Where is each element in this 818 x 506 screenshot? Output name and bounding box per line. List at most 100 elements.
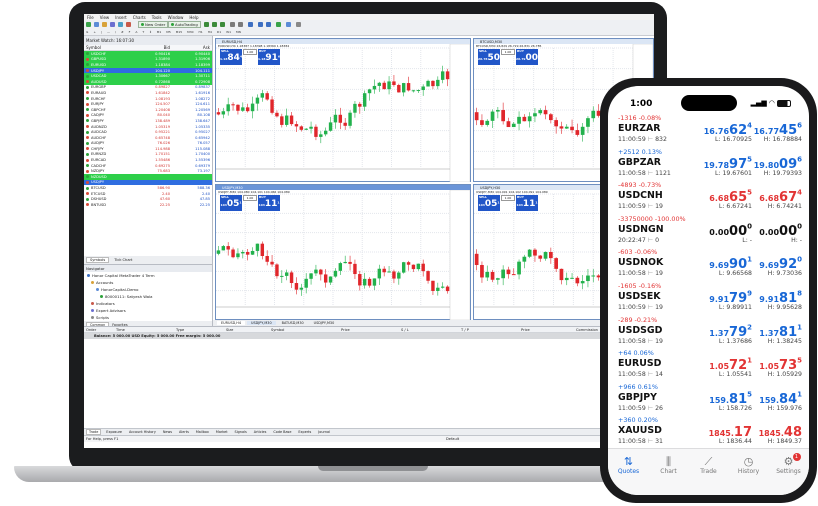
col-symbol[interactable]: Symbol	[84, 45, 132, 50]
label-icon[interactable]: T	[142, 30, 144, 35]
buy-button[interactable]: BUY 1.18916	[258, 49, 280, 65]
bar-chart-icon[interactable]	[204, 22, 209, 27]
sell-button[interactable]: SELL 1.18844	[220, 49, 242, 65]
market-watch-row[interactable]: EURNZD 1.70151 1.70400	[84, 152, 212, 158]
vertical-line-icon[interactable]: |	[101, 30, 102, 35]
terminal-icon[interactable]	[126, 22, 131, 27]
terminal-tab-signals[interactable]: Signals	[233, 430, 249, 434]
horizontal-line-icon[interactable]: —	[107, 30, 110, 35]
cursor-icon[interactable]: ➤	[86, 30, 89, 35]
chart-window-eurusd[interactable]: EURUSD,H4 EURUSD,H4 1.18387 1.18398 1.18…	[215, 38, 471, 182]
sell-button[interactable]: SELL 104051	[478, 195, 500, 211]
col-size[interactable]: Size	[224, 328, 269, 332]
nav-item-experts[interactable]: Expert Advisors	[84, 307, 212, 314]
market-watch-row[interactable]: BNTUSD 22.25 22.25	[84, 202, 212, 208]
menu-item-file[interactable]: File	[87, 15, 94, 20]
period-mn-button[interactable]: MN	[236, 30, 241, 35]
buy-button[interactable]: BUY 104111	[516, 195, 538, 211]
nav-item-terminal[interactable]: Honor Capital MetaTrader 4 Term	[84, 272, 212, 279]
col-order[interactable]: Order	[84, 328, 114, 332]
chart-window-usdjpy[interactable]: USDJPY,M30 USDJPY,M30 104.080 104.101 10…	[215, 184, 471, 320]
nav-item-account[interactable]: 80000111: Satyesh Wala	[84, 293, 212, 300]
market-watch-row[interactable]: EURGBP 0.89827 0.89837	[84, 85, 212, 91]
period-h1-button[interactable]: H1	[199, 30, 203, 35]
market-watch-row[interactable]: EURCAD 1.55486 1.55396	[84, 157, 212, 163]
col-symbol[interactable]: Symbol	[269, 328, 339, 332]
text-icon[interactable]: A	[135, 30, 137, 35]
tab-history[interactable]: ◷ History	[729, 455, 769, 475]
lot-input[interactable]: 1.00	[501, 195, 515, 201]
tab-settings[interactable]: ⚙ Settings 1	[769, 453, 809, 475]
sell-button[interactable]: SELL 104051	[220, 195, 242, 211]
new-chart-icon[interactable]	[86, 22, 91, 27]
terminal-tab-market[interactable]: Market	[214, 430, 230, 434]
col-time[interactable]: Time	[114, 328, 174, 332]
nav-item-server[interactable]: HonorCapital-Demo	[84, 286, 212, 293]
menu-item-help[interactable]: Help	[189, 15, 198, 20]
menu-item-window[interactable]: Window	[168, 15, 184, 20]
buy-button[interactable]: BUY 26.7900	[516, 49, 538, 65]
period-m1-button[interactable]: M1	[157, 30, 162, 35]
new-order-button[interactable]: New Order	[138, 21, 169, 28]
market-watch-row[interactable]: USDCHF 0.90416 0.90440	[84, 51, 212, 57]
market-watch-row[interactable]: CADCHF 0.69275 0.69379	[84, 163, 212, 169]
period-w1-button[interactable]: W1	[226, 30, 231, 35]
zoom-out-icon[interactable]	[238, 22, 243, 27]
market-watch-row[interactable]: AUDCAD 0.95221 0.95027	[84, 129, 212, 135]
lot-input[interactable]: 1.00	[243, 195, 257, 201]
tab-chart[interactable]: ⫼ Chart	[649, 455, 689, 475]
market-watch-row[interactable]: CADJPY 80.040 80.108	[84, 113, 212, 119]
terminal-tab-exposure[interactable]: Exposure	[104, 430, 124, 434]
chart-tab[interactable]: USDJPY,M30	[247, 321, 276, 325]
market-watch-row[interactable]: CHFJPY 114.988 115.088	[84, 146, 212, 152]
terminal-tab-experts[interactable]: Experts	[296, 430, 313, 434]
chart-tab[interactable]: USDJPY,M30	[310, 321, 339, 325]
market-watch-row[interactable]: ETCUSD 2.40 2.40	[84, 191, 212, 197]
crosshair-icon[interactable]: +	[94, 30, 97, 35]
market-watch-row[interactable]: AUDUSD 0.72868 0.72908	[84, 78, 212, 85]
market-watch-row[interactable]: AUDCHF 0.65748 0.65942	[84, 135, 212, 141]
tab-quotes[interactable]: ⇅ Quotes	[609, 455, 649, 475]
market-watch-row[interactable]: EURAUD 1.61842 1.61916	[84, 90, 212, 96]
market-watch-row[interactable]: DSHUSD 47.60 47.85	[84, 196, 212, 202]
col-tp[interactable]: T / P	[459, 328, 519, 332]
channel-icon[interactable]: #	[121, 30, 124, 35]
autotrading-button[interactable]: AutoTrading	[168, 21, 201, 28]
lot-input[interactable]: 1.00	[243, 49, 257, 55]
menu-item-insert[interactable]: Insert	[115, 15, 126, 20]
chart-tab[interactable]: BATUSD,M30	[278, 321, 308, 325]
menu-item-view[interactable]: View	[100, 15, 110, 20]
terminal-tab-account-history[interactable]: Account History	[127, 430, 158, 434]
indicators-icon[interactable]	[276, 22, 281, 27]
terminal-tab-mailbox[interactable]: Mailbox	[194, 430, 211, 434]
market-watch-row[interactable]: EURCHF 1.08193 1.08272	[84, 96, 212, 102]
periods-icon[interactable]	[286, 22, 291, 27]
lot-input[interactable]: 1.00	[501, 49, 515, 55]
market-watch-row[interactable]: AUDNZD 1.05319 1.05335	[84, 124, 212, 130]
zoom-in-icon[interactable]	[230, 22, 235, 27]
chart-shift-icon[interactable]	[266, 22, 271, 27]
menu-item-charts[interactable]: Charts	[133, 15, 146, 20]
nav-item-scripts[interactable]: Scripts	[84, 314, 212, 321]
col-price[interactable]: Price	[519, 328, 574, 332]
arrow-icon[interactable]: ↕	[149, 30, 152, 35]
candlestick-icon[interactable]	[212, 22, 217, 27]
market-watch-row[interactable]: AUDJPY 76.026 76.057	[84, 141, 212, 147]
chart-tab[interactable]: EURUSD,H4	[217, 321, 246, 325]
period-d1-button[interactable]: D1	[217, 30, 221, 35]
market-watch-row[interactable]: GBPCHF 1.20408 1.20569	[84, 107, 212, 113]
auto-scroll-icon[interactable]	[258, 22, 263, 27]
period-m15-button[interactable]: M15	[176, 30, 182, 35]
trendline-icon[interactable]: /	[115, 30, 116, 35]
terminal-tab-articles[interactable]: Articles	[252, 430, 269, 434]
period-h4-button[interactable]: H4	[208, 30, 212, 35]
terminal-tab-journal[interactable]: Journal	[316, 430, 332, 434]
tile-windows-icon[interactable]	[248, 22, 253, 27]
market-watch-row[interactable]: GBPJPY 138.489 138.647	[84, 118, 212, 124]
market-watch-row[interactable]: NZDJPY 75.683 73.197	[84, 168, 212, 174]
tab-symbols[interactable]: Symbols	[86, 257, 110, 263]
nav-item-accounts[interactable]: Accounts	[84, 279, 212, 286]
col-sl[interactable]: S / L	[399, 328, 459, 332]
terminal-tab-alerts[interactable]: Alerts	[177, 430, 191, 434]
buy-button[interactable]: BUY 104111	[258, 195, 280, 211]
